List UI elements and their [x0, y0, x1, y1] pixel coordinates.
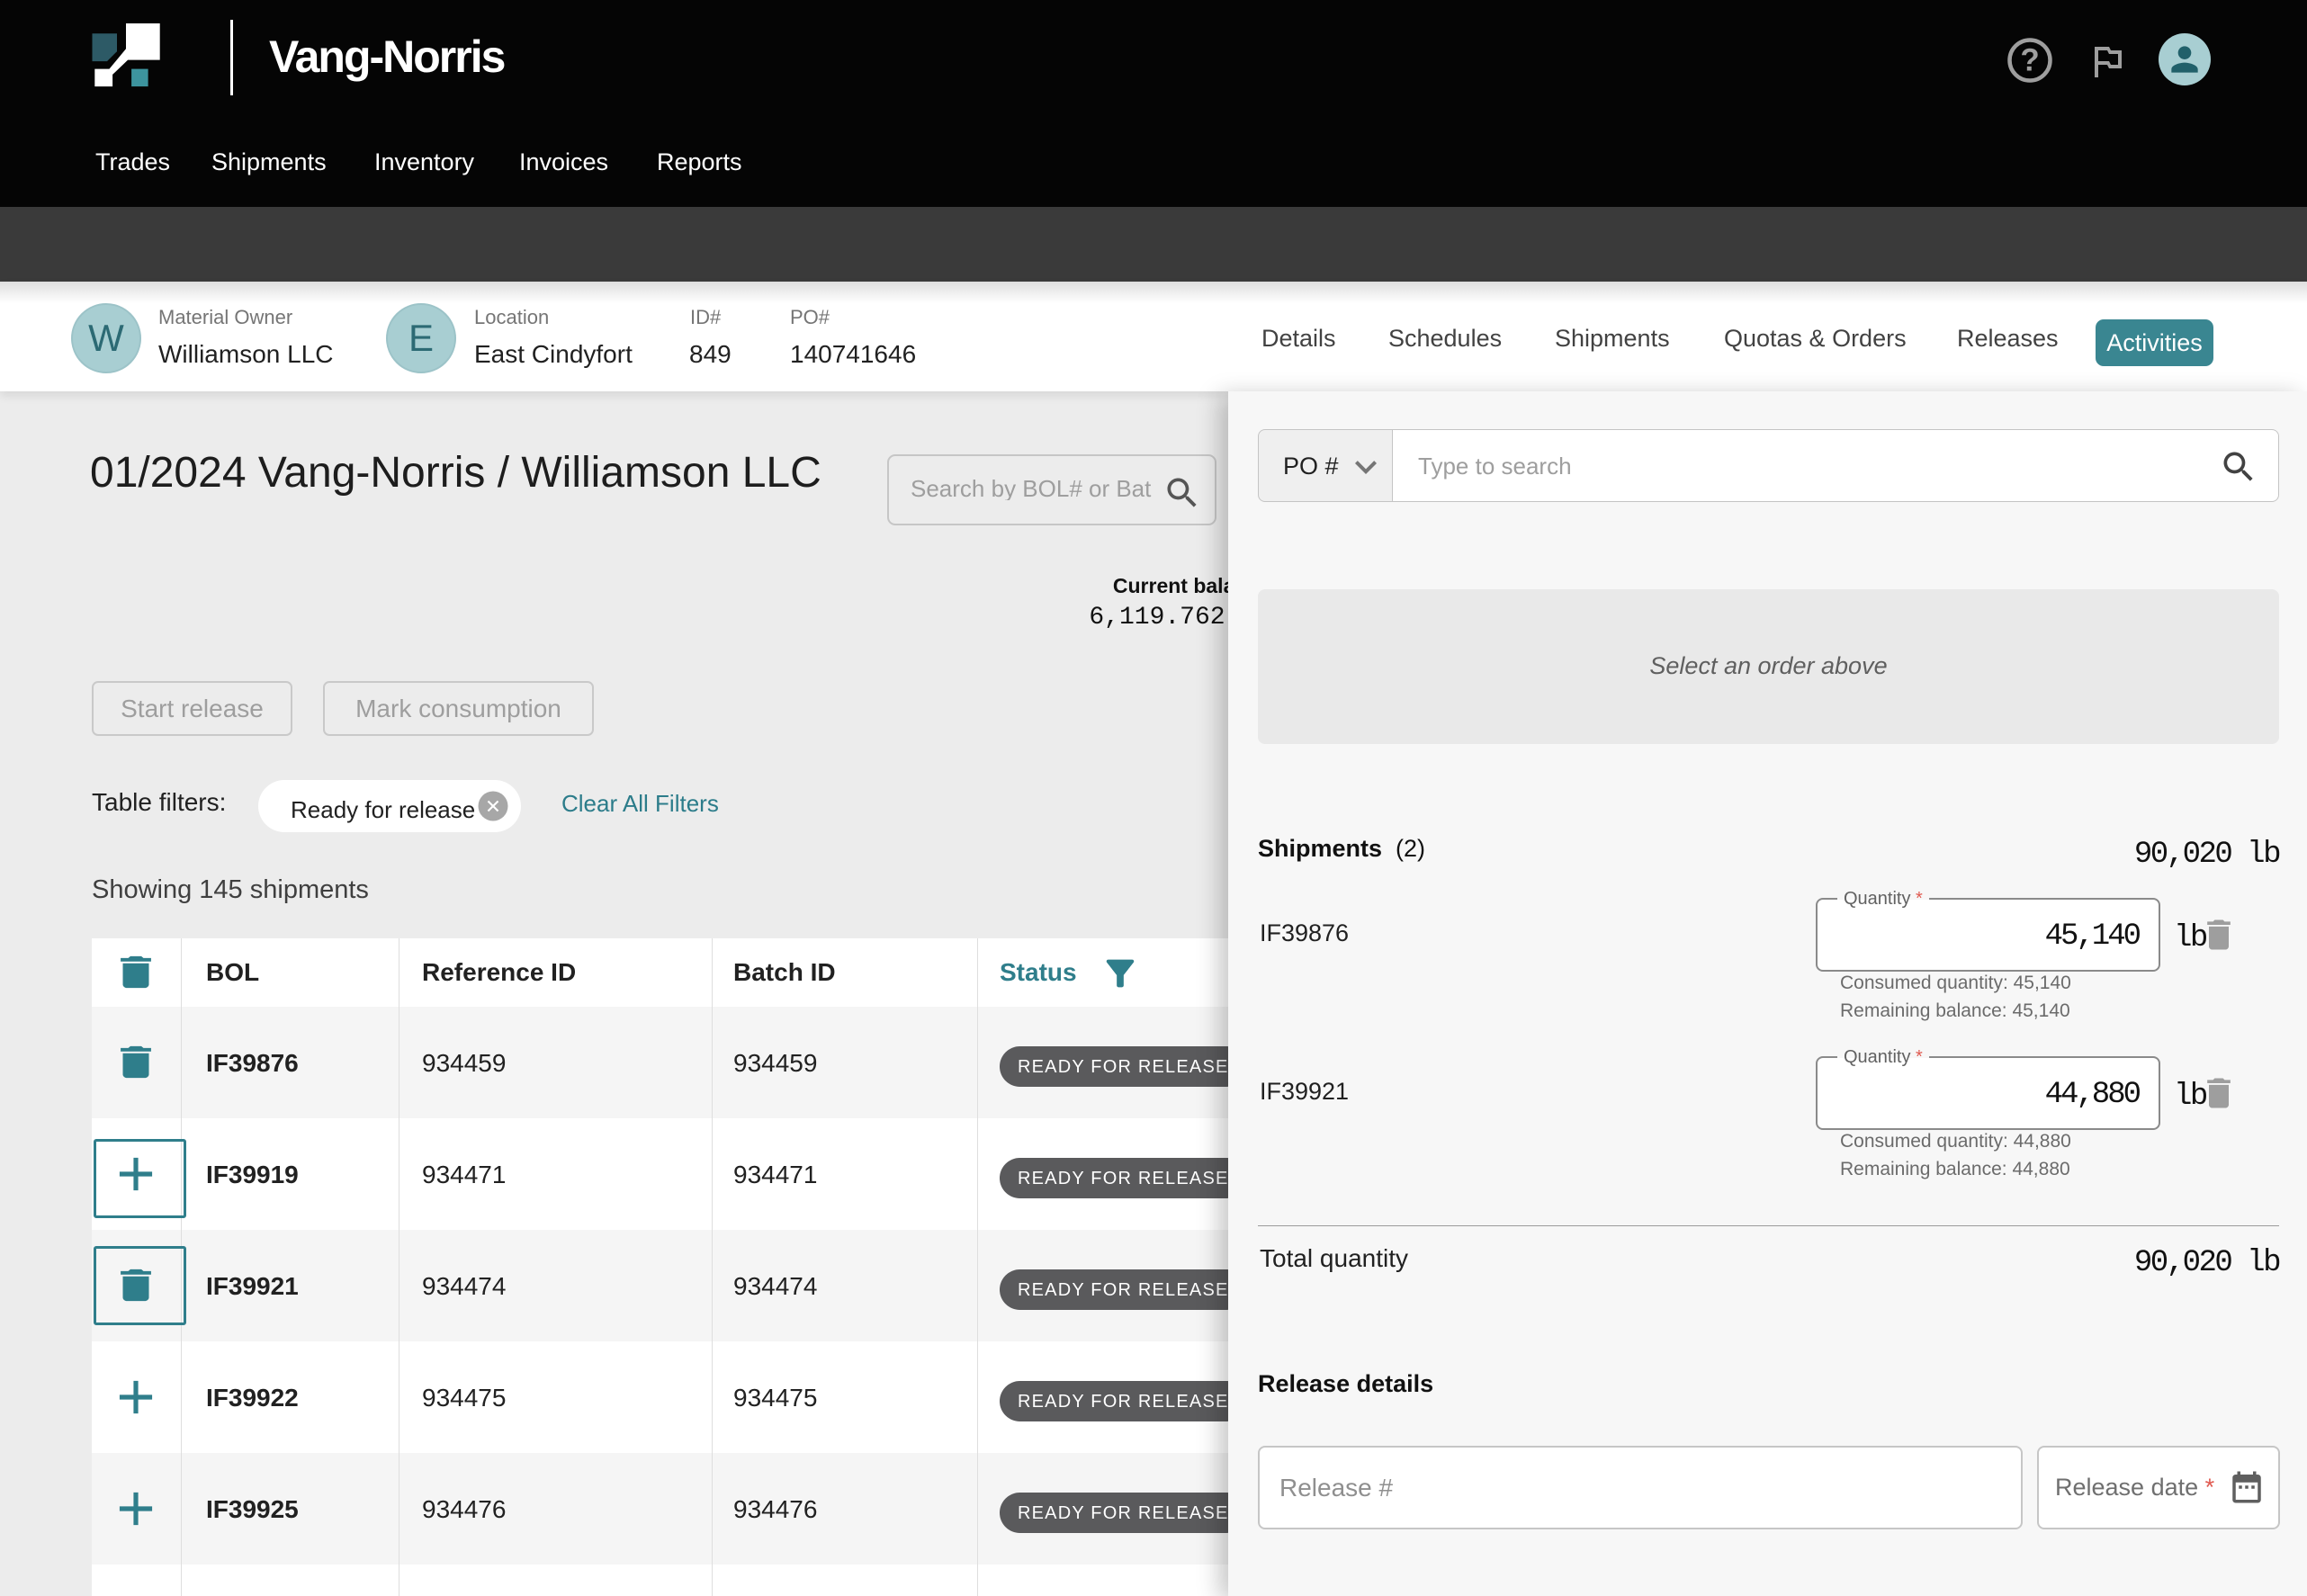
svg-text:?: ? [2020, 42, 2039, 77]
